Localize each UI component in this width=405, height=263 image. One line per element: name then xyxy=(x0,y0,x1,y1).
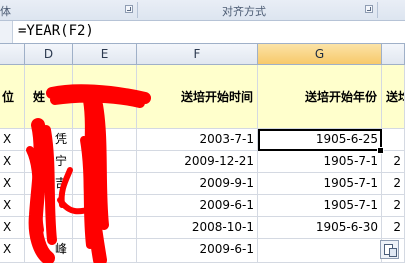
ribbon-separator xyxy=(377,2,378,18)
table-cell-e[interactable] xyxy=(73,195,137,217)
table-cell-d[interactable]: 峰 xyxy=(25,239,73,263)
table-cell-e[interactable] xyxy=(73,173,137,195)
column-header-h[interactable] xyxy=(382,44,405,65)
header-cell-d[interactable]: 姓 xyxy=(25,65,73,129)
table-cell-d[interactable]: 吉 xyxy=(25,173,73,195)
table-cell-d[interactable]: 凭 xyxy=(25,129,73,151)
table-cell-e[interactable] xyxy=(73,151,137,173)
table-cell-f[interactable]: 2009-6-1 xyxy=(137,239,258,263)
table-cell-f[interactable]: 2008-10-1 xyxy=(137,217,258,239)
table-cell-c[interactable]: X xyxy=(0,195,25,217)
table-cell-h[interactable]: 2 xyxy=(382,217,405,239)
header-cell-e[interactable] xyxy=(73,65,137,129)
table-cell-h[interactable] xyxy=(382,129,405,151)
table-cell-f[interactable]: 2009-9-1 xyxy=(137,173,258,195)
column-header-e[interactable]: E xyxy=(73,44,137,65)
table-cell-d[interactable] xyxy=(25,195,73,217)
active-cell-g2[interactable]: 1905-6-25 xyxy=(258,129,382,151)
column-header-c[interactable] xyxy=(0,44,25,65)
table-cell-c[interactable]: X xyxy=(0,173,25,195)
table-cell-h[interactable]: 2 xyxy=(382,195,405,217)
table-cell-g[interactable] xyxy=(258,239,382,263)
table-cell-h[interactable]: 2 xyxy=(382,151,405,173)
table-cell-f[interactable]: 2009-6-1 xyxy=(137,195,258,217)
table-cell-d[interactable]: 宁 xyxy=(25,151,73,173)
header-cell-h[interactable]: 送均 xyxy=(382,65,405,129)
font-group-label: 体 xyxy=(0,5,11,18)
alignment-group-label: 对齐方式 xyxy=(222,5,266,18)
header-cell-c[interactable]: 位 xyxy=(0,65,25,129)
table-cell-e[interactable] xyxy=(73,129,137,151)
formula-bar-edge xyxy=(0,21,13,43)
table-cell-g[interactable]: 1905-7-1 xyxy=(258,195,382,217)
formula-bar[interactable]: =YEAR(F2) xyxy=(0,21,405,44)
formula-input[interactable]: =YEAR(F2) xyxy=(18,23,94,39)
ribbon-group-bar: 体 对齐方式 xyxy=(0,0,405,21)
table-cell-c[interactable]: X xyxy=(0,217,25,239)
fill-handle[interactable] xyxy=(377,147,384,154)
alignment-dialog-launcher-icon[interactable] xyxy=(365,5,373,13)
column-header-g[interactable]: G xyxy=(258,44,382,65)
table-cell-f[interactable]: 2009-12-21 xyxy=(137,151,258,173)
table-cell-g[interactable]: 1905-7-1 xyxy=(258,151,382,173)
table-cell-h[interactable]: 2 xyxy=(382,173,405,195)
table-cell-c[interactable]: X xyxy=(0,129,25,151)
table-cell-g[interactable]: 1905-6-30 xyxy=(258,217,382,239)
table-cell-e[interactable] xyxy=(73,217,137,239)
table-cell-f[interactable]: 2003-7-1 xyxy=(137,129,258,151)
header-cell-g[interactable]: 送培开始年份 xyxy=(258,65,382,129)
table-cell-c[interactable]: X xyxy=(0,151,25,173)
column-header-d[interactable]: D xyxy=(25,44,73,65)
table-cell-g[interactable]: 1905-7-1 xyxy=(258,173,382,195)
header-cell-f[interactable]: 送培开始时间 xyxy=(137,65,258,129)
ribbon-separator xyxy=(137,2,138,18)
font-dialog-launcher-icon[interactable] xyxy=(125,5,133,13)
table-cell-c[interactable]: X xyxy=(0,239,25,263)
paste-options-icon[interactable] xyxy=(380,240,399,259)
column-header-f[interactable]: F xyxy=(137,44,258,65)
table-cell-e[interactable] xyxy=(73,239,137,263)
table-cell-d[interactable] xyxy=(25,217,73,239)
